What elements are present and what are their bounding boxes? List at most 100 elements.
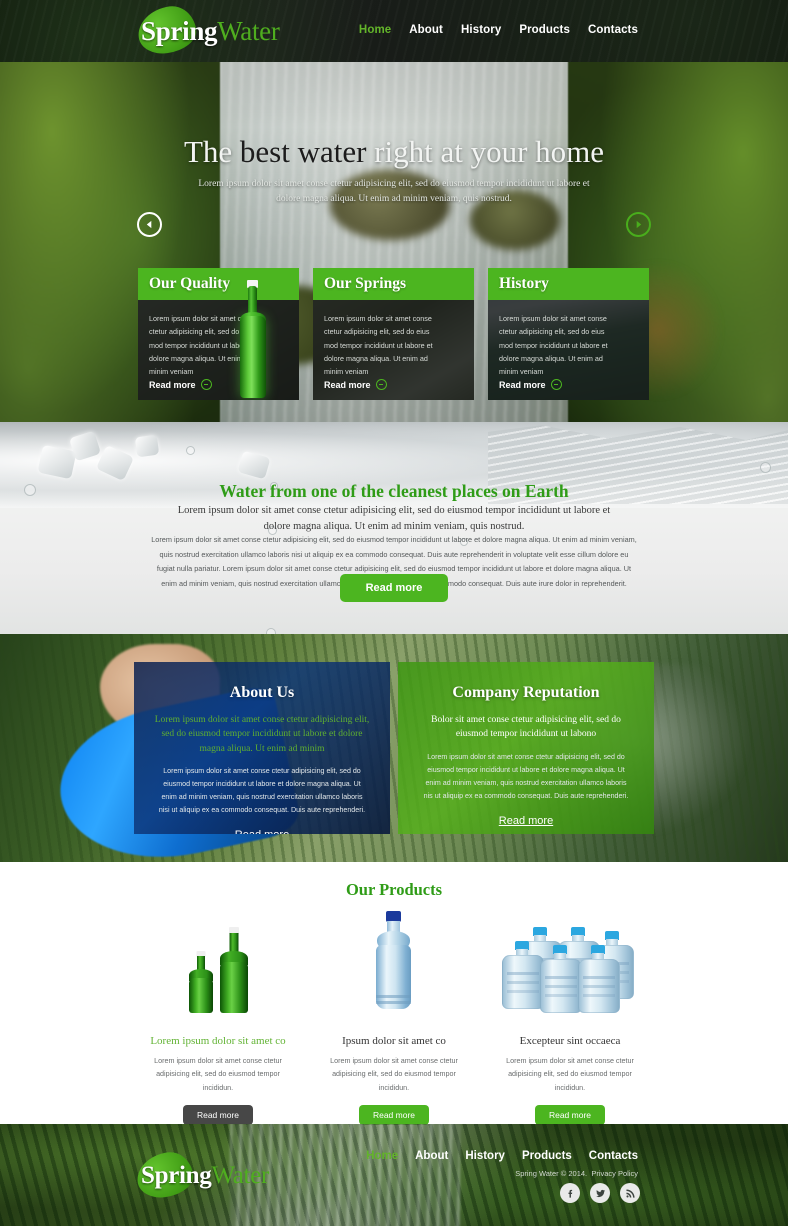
about-section: About Us Lorem ipsum dolor sit amet cons… <box>0 634 788 862</box>
logo-text: SpringWater <box>141 15 280 46</box>
product-read-more-button[interactable]: Read more <box>182 1104 254 1125</box>
feature-card-our-quality[interactable]: Our Quality Lorem ipsum dolor sit amet c… <box>138 268 299 400</box>
green-glass-bottles-icon <box>130 908 306 1013</box>
nav-item-about[interactable]: About <box>409 24 443 36</box>
bottle-body <box>376 945 411 1009</box>
product-description: Lorem ipsum dolor sit amet conse ctetur … <box>330 1056 458 1092</box>
product-item-2: Ipsum dolor sit amet co Lorem ipsum dolo… <box>306 908 482 1125</box>
bottle-body <box>188 978 213 1013</box>
copyright-line: Spring Water © 2014. Privacy Policy <box>515 1169 638 1178</box>
copyright-text: Spring Water © 2014. <box>515 1169 588 1178</box>
read-more-button[interactable]: Read more <box>339 574 449 602</box>
bottle-ridge <box>376 995 411 998</box>
facebook-icon[interactable] <box>560 1183 580 1203</box>
feature-card-history[interactable]: History Lorem ipsum dolor sit amet conse… <box>488 268 649 400</box>
glass-bottle-small <box>188 951 213 1013</box>
hero-title-part2: best water <box>239 134 367 169</box>
products-section: Our Products Lorem ipsum dolor sit amet … <box>0 862 788 1125</box>
chevron-left-glyph <box>146 220 152 229</box>
blue-plastic-bottle-icon <box>306 908 482 1013</box>
panel-read-more-link[interactable]: Read more <box>398 815 654 827</box>
rss-icon[interactable] <box>620 1183 640 1203</box>
card-read-more-label: Read more <box>499 379 546 390</box>
product-title: Lorem ipsum dolor sit amet co <box>150 1035 286 1047</box>
footer-navigation: Home About History Products Contacts <box>366 1150 638 1162</box>
product-title: Ipsum dolor sit amet co <box>342 1035 446 1047</box>
card-title: Our Springs <box>324 275 406 292</box>
arrow-left-circle-icon[interactable] <box>137 212 162 237</box>
product-description: Lorem ipsum dolor sit amet conse ctetur … <box>154 1056 282 1092</box>
footer-nav-item-about[interactable]: About <box>415 1150 448 1162</box>
footer-nav-item-contacts[interactable]: Contacts <box>589 1150 638 1162</box>
product-item-3: Excepteur sint occaeca Lorem ipsum dolor… <box>482 908 658 1125</box>
minus-circle-icon <box>200 379 212 390</box>
logo-text-bold: Spring <box>141 15 218 46</box>
nav-item-products[interactable]: Products <box>519 24 570 36</box>
plastic-bottle <box>372 911 416 1013</box>
products-heading: Our Products <box>345 880 443 899</box>
product-title: Excepteur sint occaeca <box>519 1035 621 1047</box>
ice-cube-decoration <box>95 444 135 482</box>
bottle-body <box>219 962 248 1013</box>
card-header: Our Quality <box>138 268 299 300</box>
water-jugs-icon <box>482 908 658 1013</box>
site-header: SpringWater Home About History Products … <box>0 0 788 62</box>
product-description: Lorem ipsum dolor sit amet conse ctetur … <box>506 1056 634 1092</box>
footer-nav-item-products[interactable]: Products <box>522 1150 572 1162</box>
social-links <box>560 1183 640 1203</box>
product-read-more-button[interactable]: Read more <box>534 1104 606 1125</box>
feature-card-our-springs[interactable]: Our Springs Lorem ipsum dolor sit amet c… <box>313 268 474 400</box>
ice-cube-decoration <box>237 450 271 480</box>
card-text: Lorem ipsum dolor sit amet conse ctetur … <box>499 314 608 377</box>
panel-body-text: Lorem ipsum dolor sit amet conse ctetur … <box>158 766 366 815</box>
footer-logo[interactable]: SpringWater <box>134 1149 269 1201</box>
panel-about-us: About Us Lorem ipsum dolor sit amet cons… <box>134 662 390 834</box>
water-jug <box>578 945 620 1013</box>
cleanest-water-section: Water from one of the cleanest places on… <box>0 422 788 634</box>
minus-circle-icon <box>375 379 387 390</box>
twitter-glyph <box>595 1189 605 1197</box>
panel-title: About Us <box>229 684 295 701</box>
bubble-decoration <box>760 462 771 473</box>
site-footer: SpringWater Home About History Products … <box>0 1124 788 1226</box>
bottle-ridge <box>376 1001 411 1004</box>
card-read-more-link[interactable]: Read more <box>324 379 387 390</box>
minus-circle-icon <box>550 379 562 390</box>
bottle-body <box>240 316 266 398</box>
ice-cube-decoration <box>134 434 160 458</box>
hero-title-part3: right at your home <box>366 134 605 169</box>
water-jug <box>540 945 582 1013</box>
arrow-right-circle-icon[interactable] <box>626 212 651 237</box>
hero-title-part1: The <box>183 134 240 169</box>
hero-subtitle: Lorem ipsum dolor sit amet conse ctetur … <box>198 179 590 204</box>
rss-glyph <box>625 1189 635 1198</box>
footer-nav-item-history[interactable]: History <box>465 1150 505 1162</box>
nav-item-history[interactable]: History <box>461 24 501 36</box>
logo-text-light: Water <box>217 15 280 46</box>
panel-body-text: Lorem ipsum dolor sit amet conse ctetur … <box>423 752 629 800</box>
bubble-decoration <box>186 446 195 455</box>
nav-item-home[interactable]: Home <box>359 24 391 36</box>
panel-read-more-link[interactable]: Read more <box>134 829 390 834</box>
footer-logo-text: SpringWater <box>141 1163 269 1188</box>
site-logo[interactable]: SpringWater <box>135 3 280 57</box>
jug-group <box>500 927 640 1013</box>
footer-nav-item-home[interactable]: Home <box>366 1150 398 1162</box>
glass-bottle-large <box>219 927 248 1013</box>
chevron-right-glyph <box>636 220 642 229</box>
card-text: Lorem ipsum dolor sit amet conse ctetur … <box>324 314 433 377</box>
card-read-more-link[interactable]: Read more <box>149 379 212 390</box>
panel-company-reputation: Company Reputation Bolor sit amet conse … <box>398 662 654 834</box>
hero-title: The best water right at your home <box>0 134 788 169</box>
card-read-more-link[interactable]: Read more <box>499 379 562 390</box>
privacy-policy-link[interactable]: Privacy Policy <box>591 1169 638 1178</box>
footer-logo-bold: Spring <box>141 1161 212 1189</box>
card-title: History <box>499 275 549 292</box>
product-read-more-button[interactable]: Read more <box>358 1104 430 1125</box>
nav-item-contacts[interactable]: Contacts <box>588 24 638 36</box>
ice-cube-decoration <box>37 444 77 480</box>
twitter-icon[interactable] <box>590 1183 610 1203</box>
card-header: History <box>488 268 649 300</box>
section-lead-text: Lorem ipsum dolor sit amet conse ctetur … <box>177 504 611 533</box>
page-root: SpringWater Home About History Products … <box>0 0 788 1226</box>
